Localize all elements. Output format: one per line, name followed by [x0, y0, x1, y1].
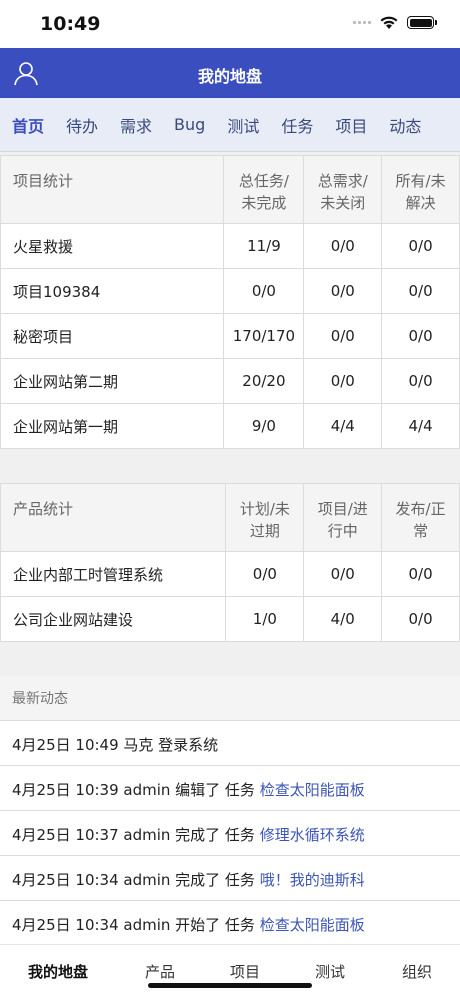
column-header: 总任务/未完成: [223, 155, 305, 224]
tab-home[interactable]: 首页: [12, 113, 44, 137]
table-cell: 9/0: [223, 403, 305, 449]
table-row[interactable]: 公司企业网站建设 1/0 4/0 0/0: [0, 596, 460, 642]
tabbar-item-project[interactable]: 项目: [230, 961, 260, 982]
feed-link[interactable]: 检查太阳能面板: [260, 916, 365, 934]
column-header: 总需求/未关闭: [303, 155, 383, 224]
table-cell: 0/0: [303, 358, 383, 404]
wifi-icon: [380, 16, 398, 29]
table-row[interactable]: 企业网站第二期 20/20 0/0 0/0: [0, 358, 460, 404]
feed-text: 4月25日 10:37 admin 完成了 任务: [12, 826, 260, 844]
list-item[interactable]: 4月25日 10:49 马克 登录系统: [0, 720, 460, 765]
table-cell: 20/20: [223, 358, 305, 404]
table-row[interactable]: 秘密项目 170/170 0/0 0/0: [0, 313, 460, 359]
project-name[interactable]: 秘密项目: [0, 313, 225, 359]
tab-task[interactable]: 任务: [281, 113, 313, 137]
tab-bug[interactable]: Bug: [174, 115, 205, 134]
feed-text: 4月25日 10:39 admin 编辑了 任务: [12, 781, 260, 799]
table-cell: 4/4: [303, 403, 383, 449]
tabbar-item-my[interactable]: 我的地盘: [28, 961, 88, 982]
column-header: 产品统计: [0, 483, 227, 552]
tab-story[interactable]: 需求: [120, 113, 152, 137]
project-name[interactable]: 企业网站第一期: [0, 403, 225, 449]
product-name[interactable]: 公司企业网站建设: [0, 596, 227, 642]
table-cell: 0/0: [381, 313, 460, 359]
status-bar: 10:49: [0, 0, 460, 48]
feed-text: 4月25日 10:49 马克 登录系统: [12, 736, 219, 754]
table-cell: 0/0: [381, 551, 460, 597]
column-header: 发布/正常: [381, 483, 460, 552]
tab-dynamic[interactable]: 动态: [389, 113, 421, 137]
product-name[interactable]: 企业内部工时管理系统: [0, 551, 227, 597]
feed-link[interactable]: 检查太阳能面板: [260, 781, 365, 799]
list-item[interactable]: 4月25日 10:39 admin 编辑了 任务 检查太阳能面板: [0, 765, 460, 810]
table-cell: 0/0: [303, 223, 383, 269]
table-cell: 0/0: [303, 268, 383, 314]
project-name[interactable]: 项目109384: [0, 268, 225, 314]
table-cell: 0/0: [303, 551, 383, 597]
activity-feed: 4月25日 10:49 马克 登录系统 4月25日 10:39 admin 编辑…: [0, 720, 460, 945]
table-header-row: 项目统计 总任务/未完成 总需求/未关闭 所有/未 解决: [0, 155, 460, 224]
tabbar-item-org[interactable]: 组织: [402, 961, 432, 982]
top-header: 我的地盘: [0, 48, 460, 98]
table-row[interactable]: 企业内部工时管理系统 0/0 0/0 0/0: [0, 551, 460, 597]
table-cell: 0/0: [381, 223, 460, 269]
table-cell: 0/0: [225, 551, 305, 597]
home-indicator: [148, 983, 312, 988]
table-cell: 170/170: [223, 313, 305, 359]
status-time: 10:49: [40, 13, 101, 35]
battery-icon: [407, 16, 437, 29]
project-name[interactable]: 火星救援: [0, 223, 225, 269]
feed-link[interactable]: 修理水循环系统: [260, 826, 365, 844]
project-name[interactable]: 企业网站第二期: [0, 358, 225, 404]
page-title: 我的地盘: [197, 67, 262, 86]
table-cell: 0/0: [223, 268, 305, 314]
list-item[interactable]: 4月25日 10:37 admin 完成了 任务 修理水循环系统: [0, 810, 460, 855]
table-cell: 1/0: [225, 596, 305, 642]
project-stats-table: 项目统计 总任务/未完成 总需求/未关闭 所有/未 解决 火星救援 11/9 0/…: [0, 155, 460, 449]
tab-todo[interactable]: 待办: [66, 113, 98, 137]
table-cell: 0/0: [381, 596, 460, 642]
column-header: 所有/未 解决: [381, 155, 460, 224]
list-item[interactable]: 4月25日 10:34 admin 开始了 任务 检查太阳能面板: [0, 900, 460, 945]
column-header: 项目统计: [0, 155, 225, 224]
feed-text: 4月25日 10:34 admin 开始了 任务: [12, 916, 260, 934]
column-header: 项目/进 行中: [303, 483, 383, 552]
table-cell: 4/0: [303, 596, 383, 642]
table-row[interactable]: 项目109384 0/0 0/0 0/0: [0, 268, 460, 314]
tab-strip: 首页 待办 需求 Bug 测试 任务 项目 动态: [0, 98, 460, 152]
tab-project[interactable]: 项目: [335, 113, 367, 137]
feed-text: 4月25日 10:34 admin 完成了 任务: [12, 871, 260, 889]
status-icons: [353, 15, 437, 30]
product-stats-table: 产品统计 计划/未 过期 项目/进 行中 发布/正常 企业内部工时管理系统 0/0 …: [0, 483, 460, 642]
list-item[interactable]: 4月25日 10:34 admin 完成了 任务 哦！我的迪斯科: [0, 855, 460, 900]
column-header: 计划/未 过期: [225, 483, 305, 552]
table-cell: 4/4: [381, 403, 460, 449]
table-row[interactable]: 火星救援 11/9 0/0 0/0: [0, 223, 460, 269]
signal-icon: [353, 21, 371, 24]
table-cell: 0/0: [303, 313, 383, 359]
table-cell: 0/0: [381, 358, 460, 404]
feed-title: 最新动态: [0, 676, 460, 720]
table-header-row: 产品统计 计划/未 过期 项目/进 行中 发布/正常: [0, 483, 460, 552]
table-row[interactable]: 企业网站第一期 9/0 4/4 4/4: [0, 403, 460, 449]
tabbar-item-test[interactable]: 测试: [315, 961, 345, 982]
table-cell: 11/9: [223, 223, 305, 269]
tab-test[interactable]: 测试: [227, 113, 259, 137]
table-cell: 0/0: [381, 268, 460, 314]
feed-link[interactable]: 哦！我的迪斯科: [260, 871, 365, 889]
bottom-tab-bar: 我的地盘 产品 项目 测试 组织: [0, 944, 460, 996]
tabbar-item-product[interactable]: 产品: [145, 961, 175, 982]
